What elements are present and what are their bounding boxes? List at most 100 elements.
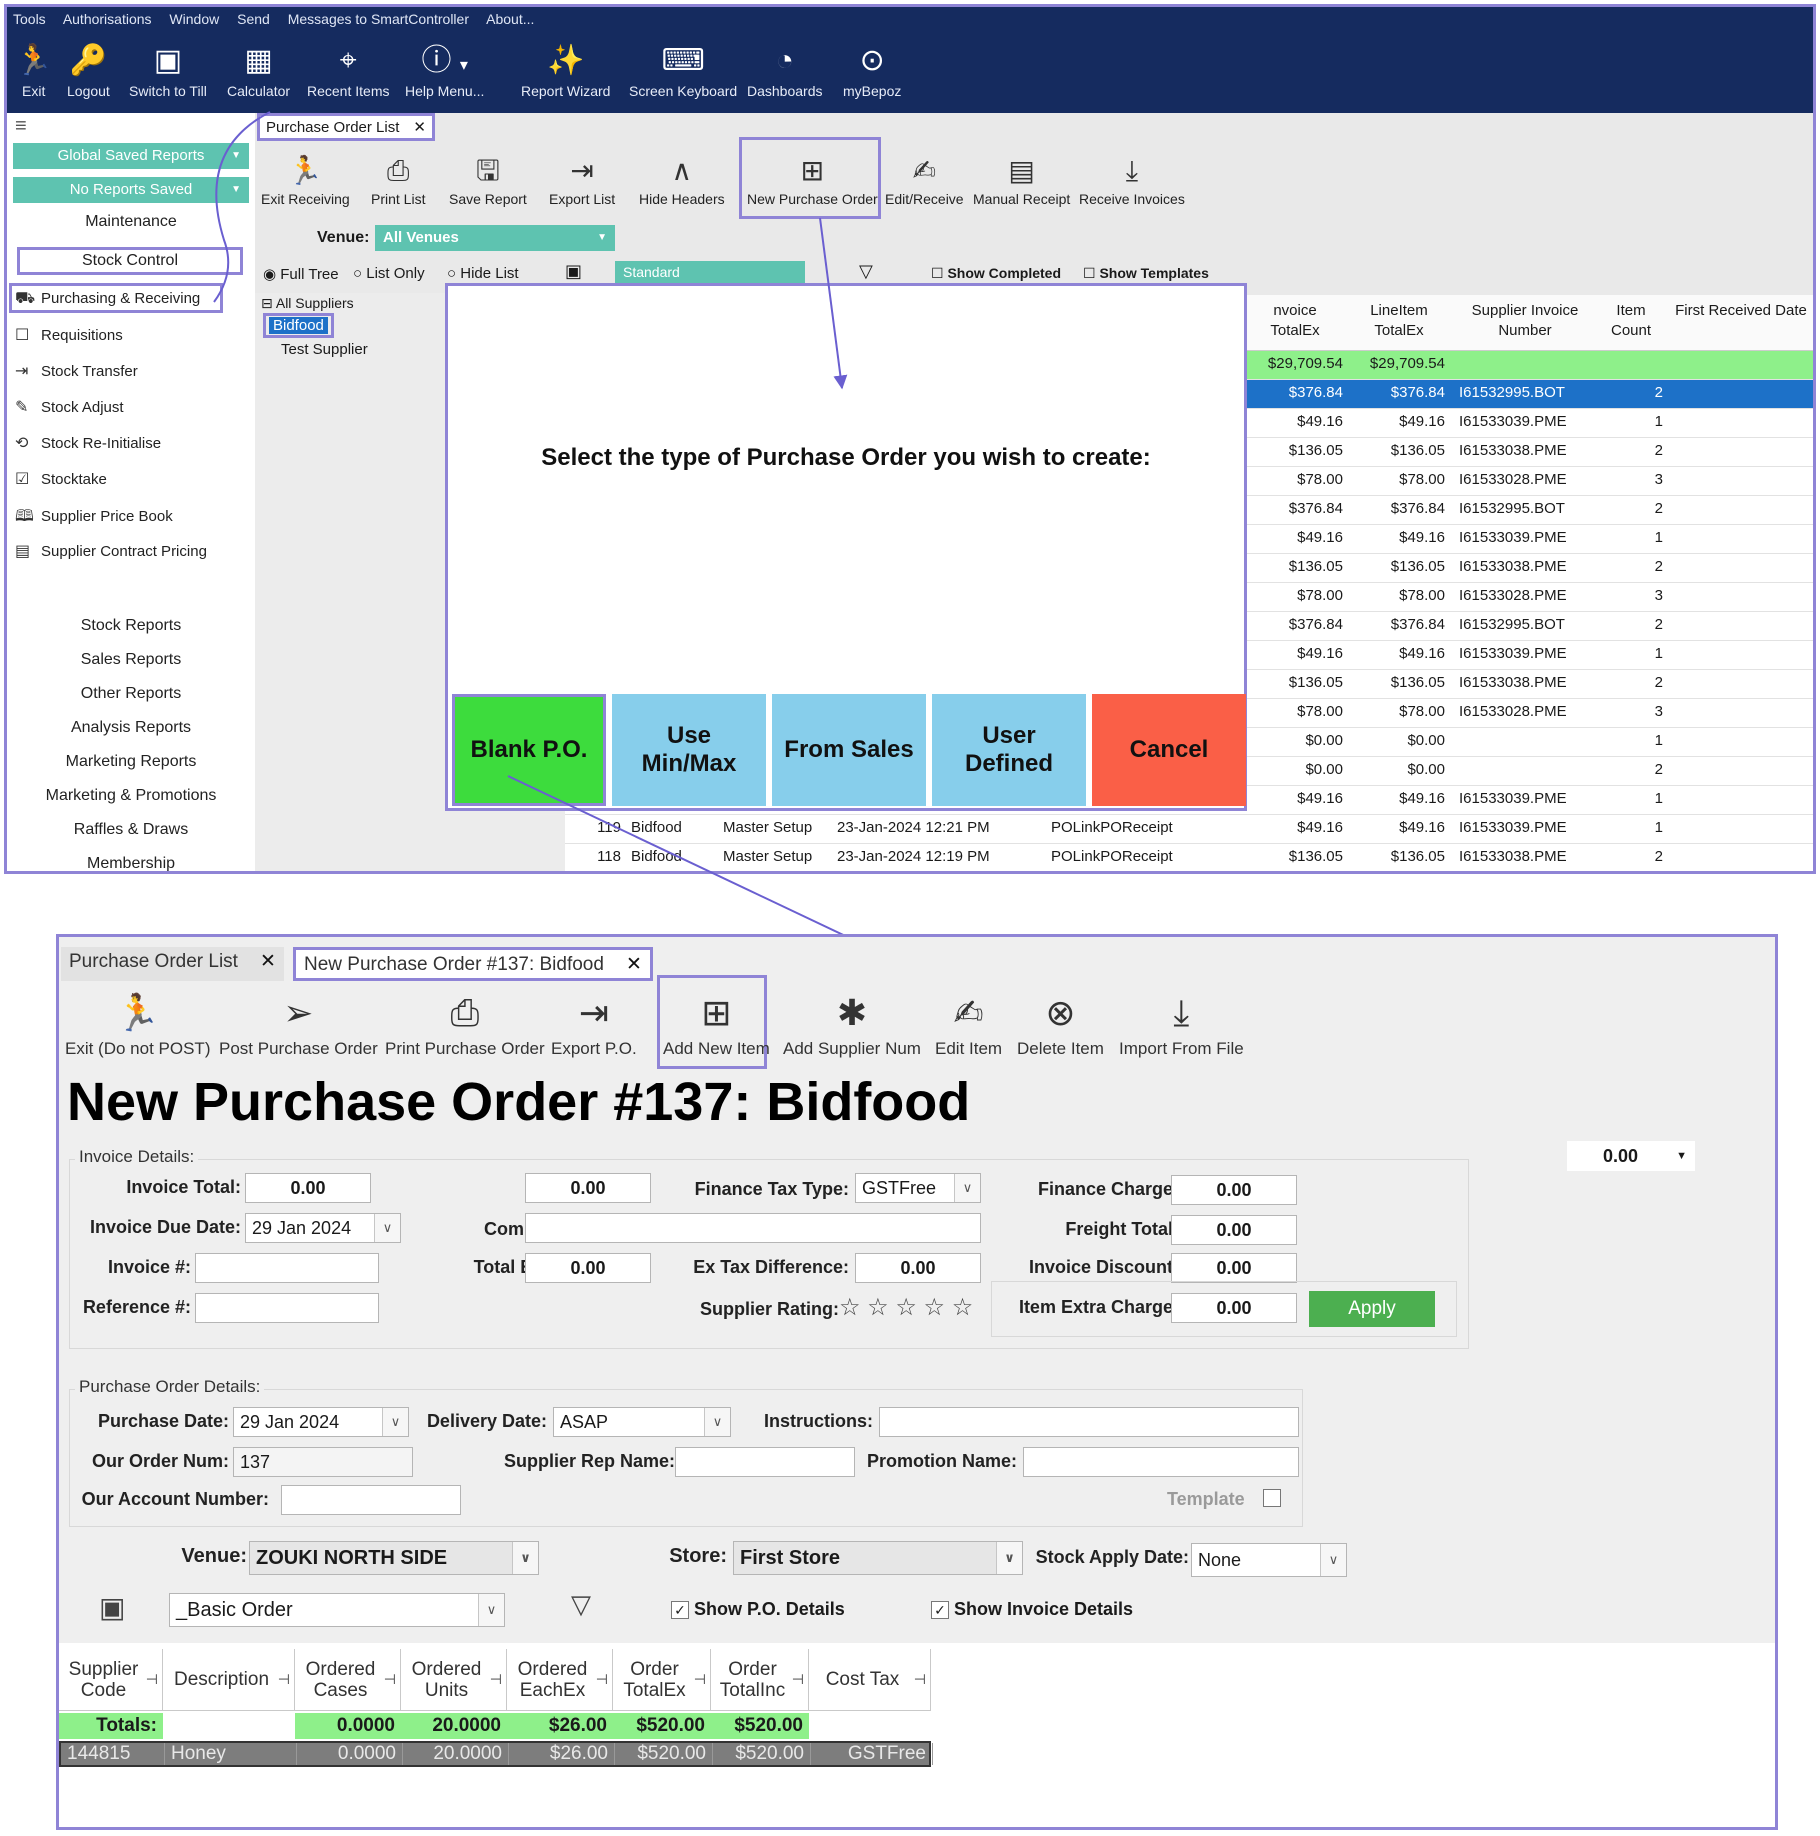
item-extra-charge-field[interactable]: 0.00	[1171, 1293, 1297, 1323]
template-checkbox[interactable]	[1263, 1489, 1281, 1507]
store-select[interactable]: First Store ∨	[733, 1541, 1023, 1575]
instructions-field[interactable]	[879, 1407, 1299, 1437]
freight-total-field[interactable]: 0.00	[1171, 1215, 1297, 1245]
arrow-nav-to-tab	[213, 111, 271, 303]
apply-button[interactable]: Apply	[1309, 1291, 1435, 1327]
column-header[interactable]: Order TotalEx ⊣	[613, 1649, 711, 1711]
comments-field[interactable]	[525, 1213, 981, 1243]
chevron-down-icon: ∨	[374, 1214, 400, 1242]
totals-cell: Totals:	[59, 1713, 163, 1739]
filter-icon[interactable]: ▽	[571, 1589, 591, 1620]
delivery-date-picker[interactable]: ASAP ∨	[553, 1407, 731, 1437]
invoice-due-date-label: Invoice Due Date:	[89, 1217, 241, 1237]
exit-do-not-post-button[interactable]: 🏃 Exit (Do not POST)	[65, 987, 210, 1059]
chevron-down-icon: ∨	[954, 1174, 980, 1202]
pin-icon[interactable]: ⊣	[596, 1669, 608, 1690]
show-invoice-details-checkbox[interactable]: ✓ Show Invoice Details	[931, 1599, 1133, 1620]
pin-icon[interactable]: ⊣	[146, 1669, 158, 1690]
table-cell: 0.0000	[297, 1743, 403, 1765]
import-from-file-button[interactable]: ⤓ Import From File	[1119, 987, 1244, 1059]
close-icon[interactable]: ✕	[626, 954, 642, 975]
column-header[interactable]: Ordered Cases ⊣	[295, 1649, 401, 1711]
promotion-name-field[interactable]	[1023, 1447, 1299, 1477]
invoice-number-field[interactable]	[195, 1253, 379, 1283]
totals-cell	[163, 1713, 295, 1739]
chevron-down-icon: ∨	[996, 1542, 1022, 1574]
supplier-rating-stars[interactable]: ☆ ☆ ☆ ☆ ☆	[839, 1293, 973, 1322]
totals-cell: $520.00	[613, 1713, 711, 1739]
invoice-discount-field[interactable]: 0.00	[1171, 1253, 1297, 1283]
promotion-name-label: Promotion Name:	[867, 1451, 1018, 1471]
supplier-rep-name-label: Supplier Rep Name:	[503, 1451, 675, 1471]
venue-label: Venue:	[181, 1545, 247, 1567]
our-account-number-label: Our Account Number:	[81, 1489, 269, 1509]
venue-select[interactable]: ZOUKI NORTH SIDE ∨	[249, 1541, 539, 1575]
layout-select[interactable]: _Basic Order ∨	[169, 1593, 505, 1627]
column-header-label: Description	[173, 1669, 270, 1690]
delivery-date-label: Delivery Date:	[426, 1411, 547, 1431]
add-supplier-num-button[interactable]: ✱ Add Supplier Num	[783, 987, 921, 1059]
edit-item-button[interactable]: ✍ Edit Item	[935, 987, 1002, 1059]
export-po-button[interactable]: ⇥ Export P.O.	[551, 987, 637, 1059]
column-header[interactable]: Cost Tax ⊣	[809, 1649, 931, 1711]
column-header[interactable]: Order TotalInc ⊣	[711, 1649, 809, 1711]
chevron-down-icon: ∨	[512, 1542, 538, 1574]
ex-tax-difference-field[interactable]: 0.00	[855, 1253, 981, 1283]
tab-purchase-order-list[interactable]: Purchase Order List ✕	[61, 947, 284, 981]
column-header-label: Cost Tax	[825, 1669, 900, 1690]
table-cell: $520.00	[713, 1743, 811, 1765]
show-po-details-checkbox[interactable]: ✓ Show P.O. Details	[671, 1599, 845, 1620]
add-new-item-button[interactable]: ⊞ Add New Item	[663, 987, 770, 1059]
supplier-rating-label: Supplier Rating:	[700, 1299, 839, 1319]
export-icon: ⇥	[578, 992, 609, 1033]
tab-new-purchase-order[interactable]: New Purchase Order #137: Bidfood ✕	[293, 947, 653, 981]
post-purchase-order-button[interactable]: ➢ Post Purchase Order	[219, 987, 378, 1059]
pin-icon[interactable]: ⊣	[278, 1669, 290, 1690]
totals-row: Totals: 0.0000 20.0000 $26.00 $520.00 $520.00	[59, 1713, 931, 1739]
side-value-dropdown[interactable]: 0.00 ▼	[1567, 1141, 1695, 1171]
delete-item-button[interactable]: ⊗ Delete Item	[1017, 987, 1104, 1059]
table-row[interactable]: 144815 Honey 0.0000 20.0000 $26.00 $520.00 $52…	[59, 1741, 933, 1767]
supplier-rep-name-field[interactable]	[675, 1447, 855, 1477]
delete-item-icon: ⊗	[1045, 992, 1076, 1033]
finance-charge-field[interactable]: 0.00	[1171, 1175, 1297, 1205]
items-grid: Supplier Code ⊣ Description ⊣ Ordered Cases ⊣…	[59, 1643, 1775, 1827]
pin-icon[interactable]: ⊣	[694, 1669, 706, 1690]
template-label: Template	[1167, 1489, 1245, 1509]
column-header[interactable]: Ordered EachEx ⊣	[507, 1649, 613, 1711]
finance-charge-label: Finance Charge:	[1037, 1179, 1179, 1199]
printer-icon: ⎙	[450, 992, 480, 1033]
column-header-label: Ordered Cases	[305, 1658, 376, 1701]
pin-icon[interactable]: ⊣	[490, 1669, 502, 1690]
ex-tax-difference-label: Ex Tax Difference:	[693, 1257, 849, 1277]
invoice-total-field[interactable]: 0.00	[245, 1173, 371, 1203]
pin-icon[interactable]: ⊣	[792, 1669, 804, 1690]
asterisk-icon: ✱	[836, 992, 868, 1033]
reference-field[interactable]	[195, 1293, 379, 1323]
finance-tax-type-label: Finance Tax Type:	[694, 1179, 849, 1199]
print-purchase-order-button[interactable]: ⎙ Print Purchase Order	[385, 987, 545, 1059]
page-title: New Purchase Order #137: Bidfood	[67, 1072, 971, 1132]
finance-tax-type-select[interactable]: GSTFree ∨	[855, 1173, 981, 1203]
pin-icon[interactable]: ⊣	[384, 1669, 396, 1690]
po-details-label: Purchase Order Details:	[75, 1377, 265, 1397]
column-header[interactable]: Supplier Code ⊣	[59, 1649, 163, 1711]
close-icon[interactable]: ✕	[260, 951, 276, 972]
purchase-date-picker[interactable]: 29 Jan 2024 ∨	[233, 1407, 409, 1437]
pin-icon[interactable]: ⊣	[914, 1669, 926, 1690]
table-cell: $520.00	[615, 1743, 713, 1765]
totals-cell: 20.0000	[401, 1713, 507, 1739]
stock-apply-date-select[interactable]: None ∨	[1191, 1543, 1347, 1577]
column-header[interactable]: Ordered Units ⊣	[401, 1649, 507, 1711]
total-ex-tax-field[interactable]: 0.00	[525, 1253, 651, 1283]
freight-total-label: Freight Total:	[1065, 1219, 1179, 1239]
totals-cell	[809, 1713, 931, 1739]
our-account-number-field[interactable]	[281, 1485, 461, 1515]
add-item-icon: ⊞	[701, 992, 732, 1033]
invoice-due-date-picker[interactable]: 29 Jan 2024 ∨	[245, 1213, 401, 1243]
column-header[interactable]: Description ⊣	[163, 1649, 295, 1711]
layout-settings-icon[interactable]: ▣	[99, 1591, 125, 1624]
our-order-num-field[interactable]: 137	[233, 1447, 413, 1477]
gst-field[interactable]: 0.00	[525, 1173, 651, 1203]
send-icon: ➢	[283, 992, 314, 1033]
